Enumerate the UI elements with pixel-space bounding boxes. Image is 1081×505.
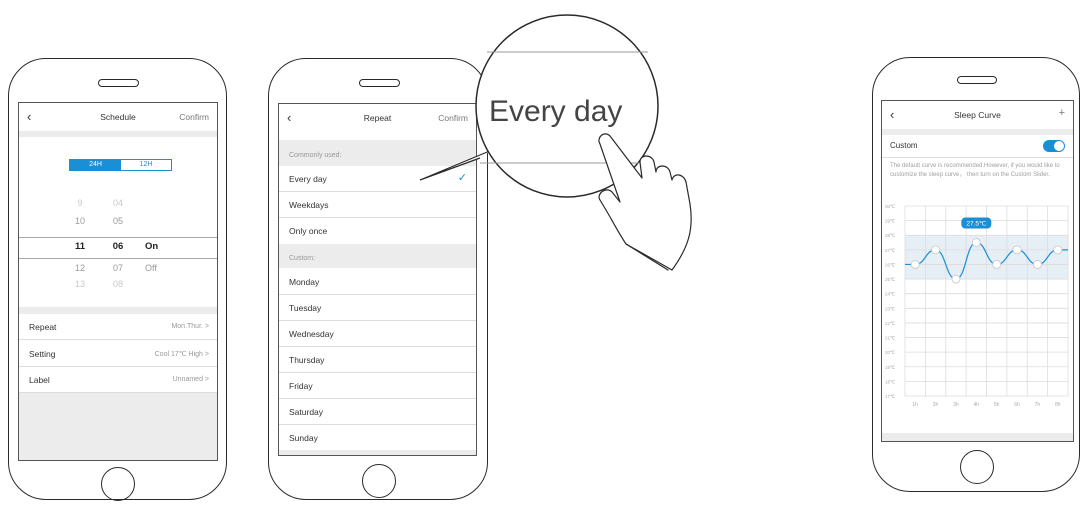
- x-tick-label: 6h: [1014, 402, 1020, 408]
- callout-pointer: [419, 149, 493, 181]
- y-tick-label: 19℃: [885, 365, 896, 370]
- y-tick-label: 25℃: [885, 277, 896, 282]
- sleep-footer: [882, 433, 1073, 441]
- add-button[interactable]: +: [1059, 107, 1065, 119]
- x-tick-label: 8h: [1055, 402, 1061, 408]
- custom-toggle[interactable]: [1043, 140, 1065, 152]
- y-tick-label: 24℃: [885, 292, 896, 297]
- x-tick-label: 4h: [974, 402, 980, 408]
- curve-control-point[interactable]: [951, 274, 961, 284]
- tooltip-value: 27.5℃: [966, 221, 987, 228]
- sleep-topbar: ‹ Sleep Curve +: [882, 101, 1073, 129]
- phone-speaker: [957, 76, 997, 84]
- custom-row: Custom: [882, 135, 1073, 158]
- home-button[interactable]: [960, 450, 994, 484]
- curve-control-point[interactable]: [1012, 245, 1022, 255]
- custom-label: Custom: [890, 141, 918, 150]
- x-tick-label: 5h: [994, 402, 1000, 408]
- curve-control-point[interactable]: [992, 260, 1002, 269]
- toggle-knob: [1054, 141, 1064, 151]
- sleep-curve-chart[interactable]: 30℃ 29℃ 28℃ 27℃ 26℃ 25℃ 24℃ 23℃ 22℃ 21℃ 20℃ 19℃ 18℃ 1…: [882, 196, 1074, 416]
- curve-description: The default curve is recommended.However…: [890, 163, 1060, 178]
- pointing-hand-icon: [598, 133, 692, 271]
- curve-control-point[interactable]: [910, 260, 920, 269]
- y-tick-label: 28℃: [885, 233, 896, 238]
- curve-control-point[interactable]: [1033, 260, 1042, 269]
- curve-control-point[interactable]: [1053, 245, 1063, 255]
- zoom-text: Every day: [489, 95, 622, 128]
- curve-control-point[interactable]: [931, 245, 940, 255]
- y-tick-label: 29℃: [885, 219, 896, 224]
- sleep-curve-screen: ‹ Sleep Curve + Custom The default curve…: [881, 100, 1074, 442]
- curve-control-point[interactable]: [971, 238, 981, 247]
- y-tick-label: 30℃: [885, 204, 896, 209]
- y-tick-label: 20℃: [885, 350, 896, 355]
- phone-sleep-curve: ‹ Sleep Curve + Custom The default curve…: [872, 57, 1080, 492]
- y-tick-label: 26℃: [885, 262, 896, 267]
- y-tick-label: 17℃: [885, 394, 896, 399]
- y-tick-label: 21℃: [885, 336, 896, 341]
- y-tick-label: 27℃: [885, 248, 896, 253]
- x-tick-label: 2h: [933, 402, 939, 408]
- y-tick-label: 23℃: [885, 306, 896, 311]
- x-tick-label: 3h: [953, 402, 959, 408]
- sleep-curve-title: Sleep Curve: [954, 110, 1001, 120]
- x-tick-label: 7h: [1035, 402, 1041, 408]
- x-tick-label: 1h: [912, 402, 918, 408]
- y-tick-label: 22℃: [885, 321, 896, 326]
- y-tick-label: 18℃: [885, 379, 896, 384]
